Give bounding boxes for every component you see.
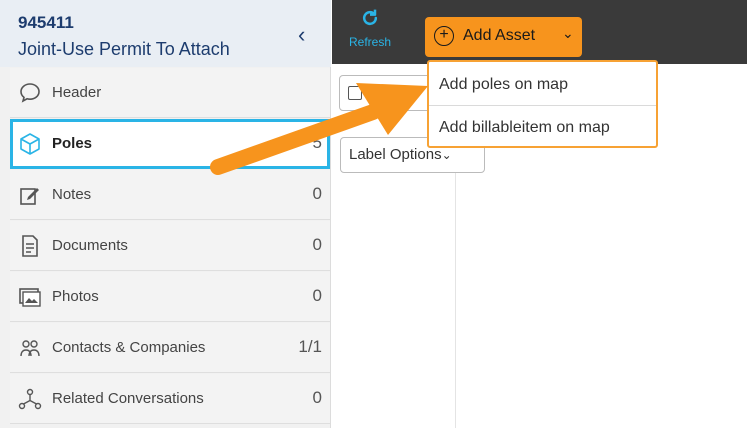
sidebar-item-label: Photos [52,288,99,305]
sidebar-item-poles[interactable]: Poles 5 [10,119,330,169]
plus-circle-icon: + [434,26,454,46]
menu-divider [429,105,656,106]
menu-item-add-poles[interactable]: Add poles on map [439,76,568,94]
add-asset-menu: Add poles on map Add billableitem on map [427,60,658,148]
network-icon [18,388,42,410]
menu-item-add-billableitem[interactable]: Add billableitem on map [439,119,610,137]
sidebar-item-label: Poles [52,135,93,152]
map-checkbox-label: w [408,84,419,101]
photo-icon [19,288,41,307]
label-options-label: Label Options⌄ [349,146,452,163]
sidebar-item-documents[interactable]: Documents 0 [10,221,330,271]
cube-icon [20,133,40,155]
sidebar-item-label: Header [52,84,102,101]
add-asset-label: Add Asset [463,27,536,44]
record-id: 945411 [18,13,74,32]
sidebar-item-label: Notes [52,186,92,203]
chevron-down-icon: ⌄ [562,25,574,41]
refresh-label: Refresh [348,35,392,49]
map-divider [455,150,456,428]
sidebar-item-contacts[interactable]: Contacts & Companies 1/1 [10,323,330,373]
sidebar-item-count: 5 [312,133,322,152]
sidebar-item-count: 0 [312,388,322,407]
record-title: Joint-Use Permit To Attach [18,39,230,59]
speech-bubble-icon [20,83,40,103]
chevron-left-icon[interactable]: ‹ [298,22,305,48]
sidebar-item-label: Documents [52,237,128,254]
edit-note-icon [20,188,39,205]
sidebar-item-count: 0 [312,235,322,254]
contacts-icon [20,340,40,357]
document-icon [22,235,38,257]
map-checkbox-control[interactable]: w [339,75,439,111]
sidebar-item-header[interactable]: Header [10,68,330,118]
sidebar: 945411 Joint-Use Permit To Attach ‹ Head… [0,0,331,428]
refresh-button[interactable]: Refresh [345,8,395,49]
sidebar-item-photos[interactable]: Photos 0 [10,272,330,322]
sidebar-item-count: 0 [312,184,322,203]
sidebar-item-notes[interactable]: Notes 0 [10,170,330,220]
sidebar-item-related-conversations[interactable]: Related Conversations 0 [10,374,330,424]
refresh-icon [362,9,378,26]
checkbox[interactable] [348,86,362,100]
sidebar-item-count: 1/1 [298,337,322,356]
add-asset-button[interactable]: + Add Asset ⌄ [425,17,582,57]
sidebar-item-count: 0 [312,286,322,305]
chevron-down-icon: ⌄ [441,148,452,162]
record-header: 945411 Joint-Use Permit To Attach ‹ [0,0,331,67]
sidebar-item-label: Related Conversations [52,390,204,407]
sidebar-item-label: Contacts & Companies [52,339,206,356]
